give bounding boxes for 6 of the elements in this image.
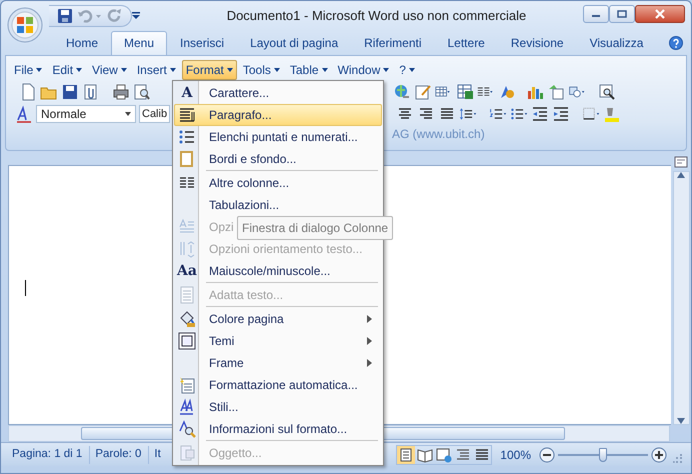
ribbon-caption: AG (www.ubit.ch) (392, 126, 485, 143)
tooltip: Finestra di dialogo Colonne (237, 216, 394, 240)
window-title: Documento1 - Microsoft Word uso non commerciale (226, 7, 528, 26)
font-glyph-icon: Aa (177, 264, 197, 278)
font-glyph-icon: A (182, 86, 192, 100)
page-count: Pagina: 1 di 1 (7, 446, 90, 464)
